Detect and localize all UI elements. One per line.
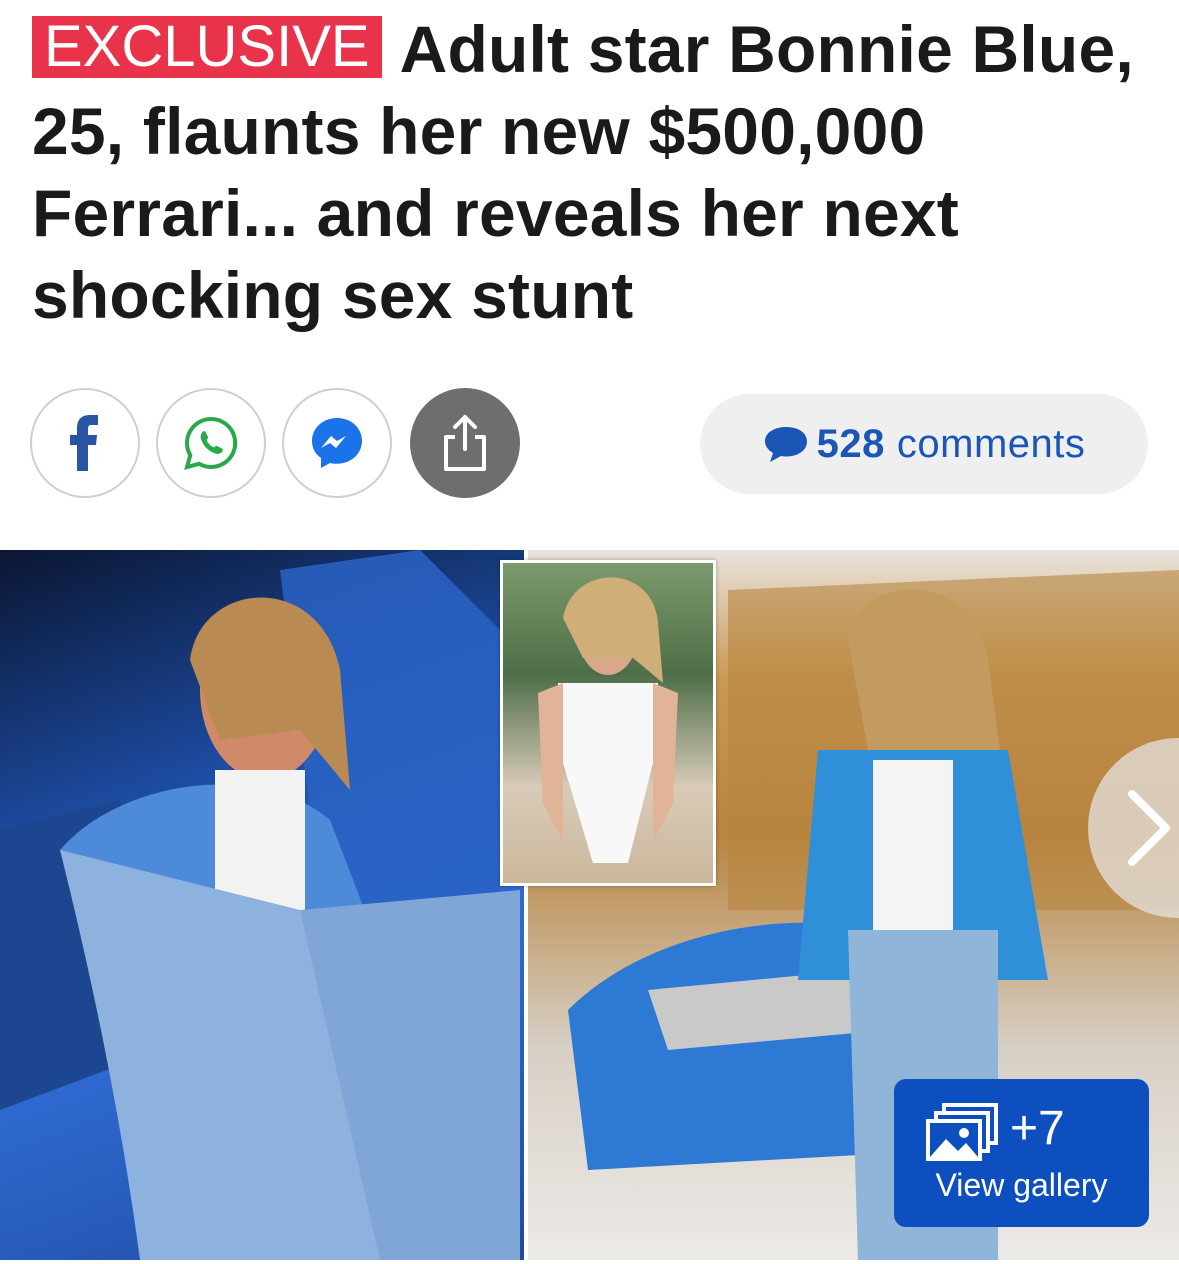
facebook-icon bbox=[70, 415, 98, 471]
whatsapp-icon bbox=[184, 416, 238, 470]
photo-left-illustration bbox=[0, 550, 520, 1260]
messenger-icon bbox=[312, 418, 362, 468]
article-image-carousel[interactable]: +7 View gallery bbox=[0, 550, 1179, 1260]
comment-bubble-icon bbox=[764, 427, 807, 462]
whatsapp-share-button[interactable] bbox=[156, 388, 266, 498]
article-headline: EXCLUSIVE Adult star Bonnie Blue, 25, fla… bbox=[32, 8, 1152, 336]
facebook-share-button[interactable] bbox=[30, 388, 140, 498]
inset-photo bbox=[500, 560, 716, 886]
messenger-share-button[interactable] bbox=[282, 388, 392, 498]
gallery-icon bbox=[926, 1103, 998, 1161]
comments-label: comments bbox=[896, 421, 1086, 466]
comments-button[interactable]: 528 comments bbox=[700, 394, 1148, 494]
gallery-count: +7 bbox=[1010, 1102, 1065, 1155]
comments-count: 528 bbox=[816, 421, 885, 466]
view-gallery-button[interactable]: +7 View gallery bbox=[894, 1079, 1149, 1227]
share-icon bbox=[444, 415, 486, 471]
gallery-label: View gallery bbox=[935, 1167, 1108, 1203]
share-bar: 528 comments bbox=[30, 388, 1150, 502]
exclusive-badge: EXCLUSIVE bbox=[32, 16, 382, 78]
inset-illustration bbox=[538, 577, 678, 863]
main-photo-left bbox=[0, 550, 524, 1260]
chevron-right-icon bbox=[1128, 790, 1170, 866]
share-button[interactable] bbox=[410, 388, 520, 498]
